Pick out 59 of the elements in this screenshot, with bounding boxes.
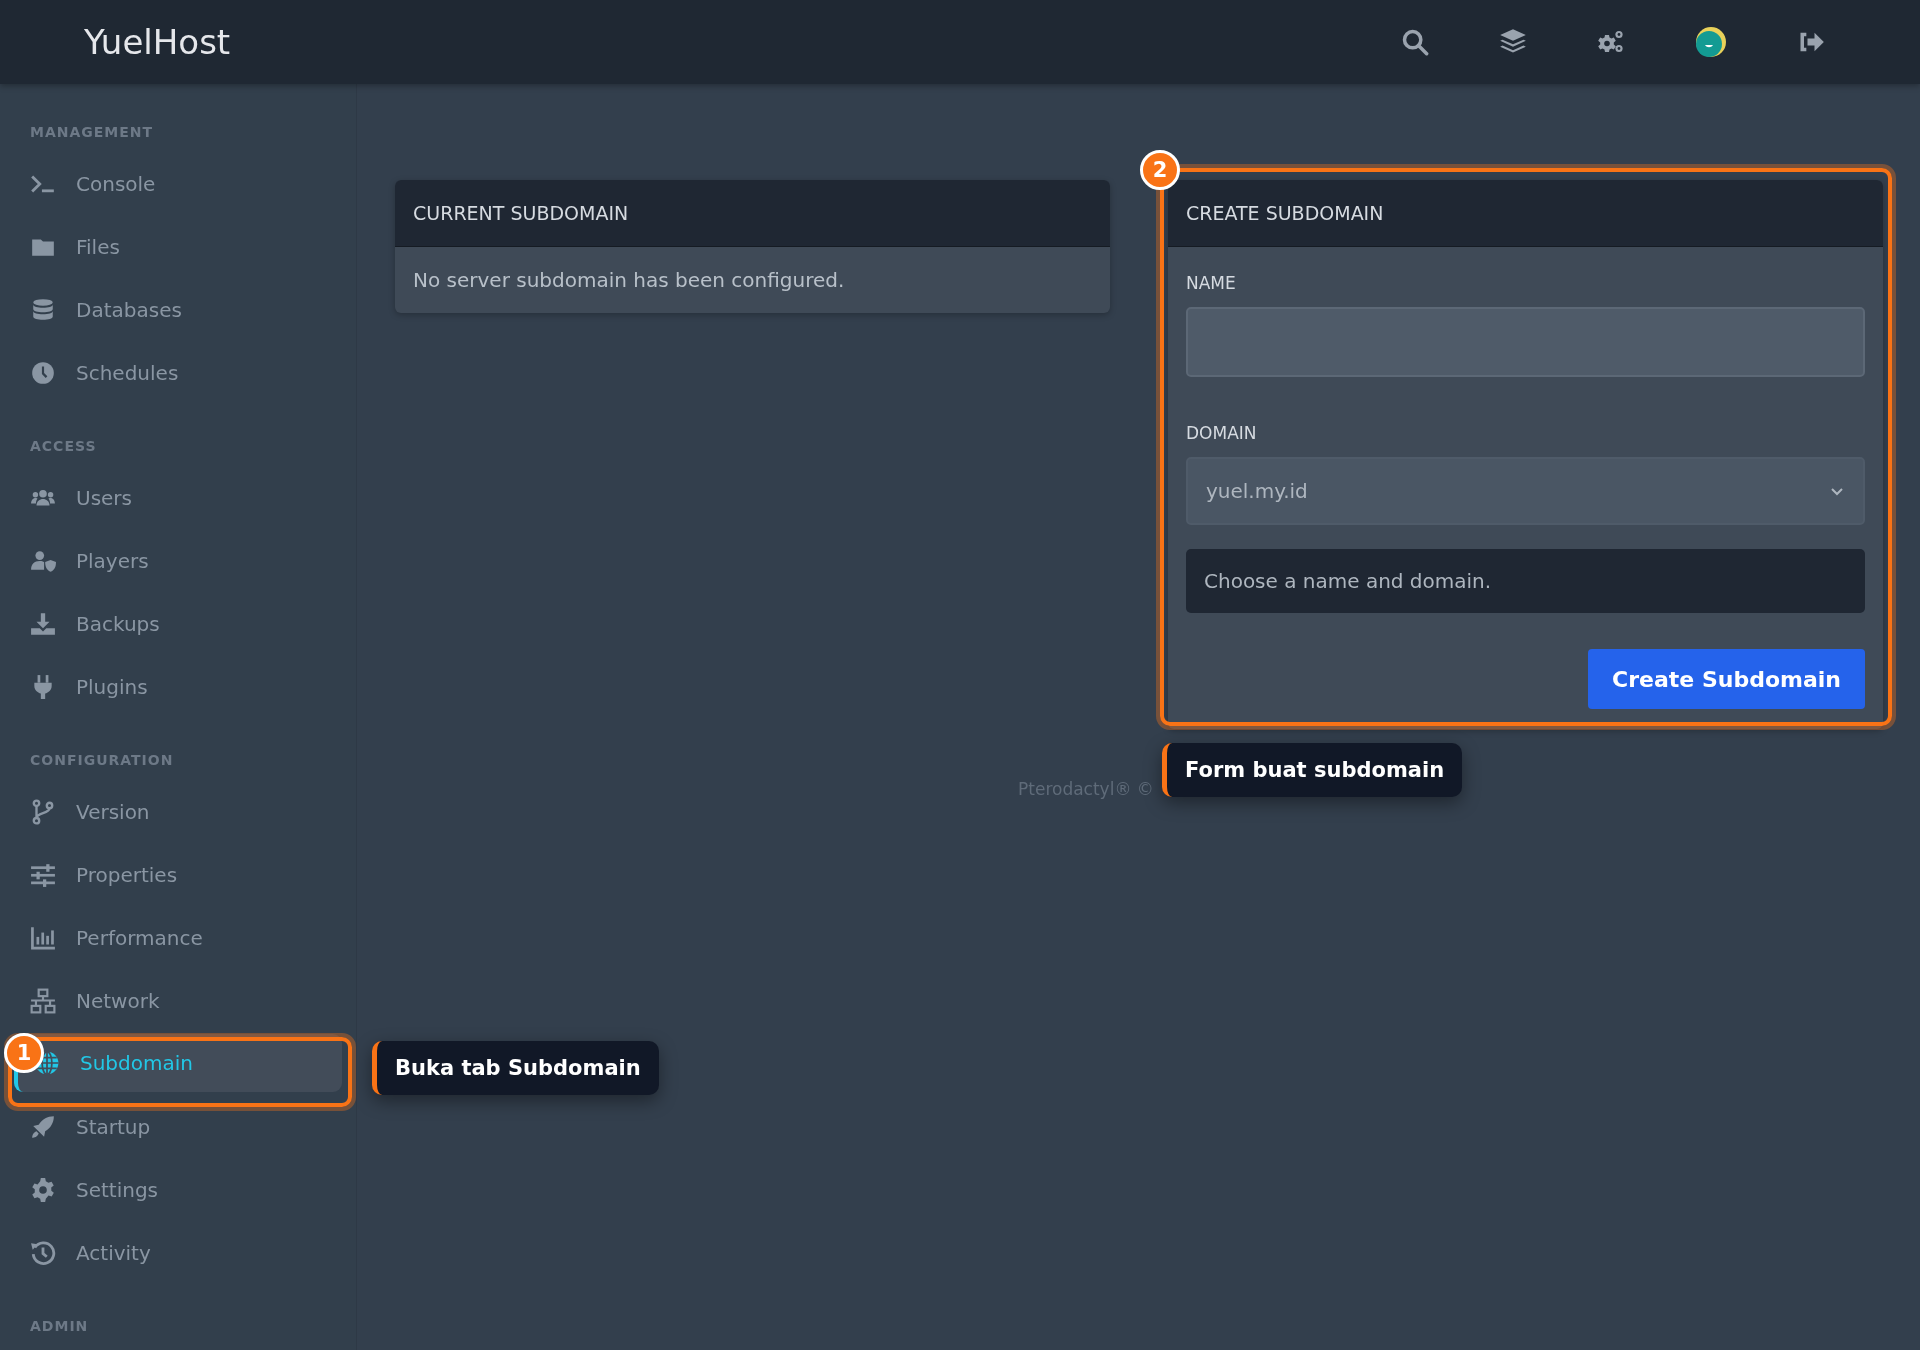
section-heading: ADMIN xyxy=(29,1317,90,1336)
sidebar-item[interactable]: Files xyxy=(0,215,356,278)
sidebar-item-label: Subdomain xyxy=(80,1051,193,1075)
sidebar-item-label: Databases xyxy=(76,297,182,322)
sliders-icon xyxy=(30,861,56,888)
sidebar-item[interactable]: Users xyxy=(0,466,356,529)
history-icon xyxy=(30,1239,56,1266)
chart-icon xyxy=(30,924,56,951)
sidebar-item-label: Activity xyxy=(76,1240,151,1265)
search-icon[interactable] xyxy=(1401,28,1429,56)
sidebar-item-label: Players xyxy=(76,548,149,573)
sidebar-item[interactable]: Schedules xyxy=(0,341,356,404)
sidebar-item-label: Plugins xyxy=(76,674,148,699)
network-icon xyxy=(30,987,56,1014)
sidebar-item-label: Users xyxy=(76,485,132,510)
sidebar-item[interactable]: Backups xyxy=(0,592,356,655)
sidebar-item-label: Settings xyxy=(76,1177,159,1202)
sidebar-item-label: Version xyxy=(76,799,150,824)
sidebar-item-label: Network xyxy=(76,988,160,1013)
database-icon xyxy=(30,296,56,323)
field-label: DOMAIN xyxy=(1186,423,1258,443)
create-subdomain-button[interactable]: Create Subdomain xyxy=(1588,649,1865,709)
callout-label: Form buat subdomain xyxy=(1162,743,1463,797)
sidebar-item[interactable]: Plugins xyxy=(0,655,356,718)
gear-icon xyxy=(30,1176,56,1203)
sidebar-item-label: Console xyxy=(76,171,156,196)
step-badge: 2 xyxy=(1140,150,1180,190)
sidebar-item[interactable]: Properties xyxy=(0,843,356,906)
sidebar-item-label: Files xyxy=(76,234,120,259)
info-message: Choose a name and domain. xyxy=(1186,549,1865,613)
callout-label: Buka tab Subdomain xyxy=(372,1041,659,1095)
sidebar-item[interactable]: Performance xyxy=(0,906,356,969)
empty-message: No server subdomain has been configured. xyxy=(413,267,846,294)
domain-select[interactable]: yuel.my.id xyxy=(1186,457,1865,525)
sidebar-item-label: Schedules xyxy=(76,360,179,385)
sidebar-item[interactable]: Settings xyxy=(0,1158,356,1221)
sidebar-item[interactable]: Activity xyxy=(0,1221,356,1284)
sidebar-item[interactable]: Console xyxy=(0,152,356,215)
card-title: CURRENT SUBDOMAIN xyxy=(395,180,1110,247)
branch-icon xyxy=(30,798,56,825)
rocket-icon xyxy=(30,1113,56,1140)
sidebar-item-label: Properties xyxy=(76,862,178,887)
sidebar-item-label: Performance xyxy=(76,925,203,950)
avatar-icon[interactable] xyxy=(1695,26,1727,58)
sidebar-item[interactable]: Startup xyxy=(0,1095,356,1158)
sidebar-item[interactable]: Players xyxy=(0,529,356,592)
sidebar-item[interactable]: Network xyxy=(0,969,356,1032)
section-heading: MANAGEMENT xyxy=(29,123,155,142)
sidebar-item[interactable]: Version xyxy=(0,780,356,843)
section-heading: CONFIGURATION xyxy=(29,751,175,770)
section-heading: ACCESS xyxy=(29,437,98,456)
sidebar-item[interactable]: Databases xyxy=(0,278,356,341)
field-label: NAME xyxy=(1186,273,1237,293)
name-input-field[interactable] xyxy=(1186,307,1865,377)
sidebar-item-label: Startup xyxy=(76,1114,151,1139)
download-icon xyxy=(30,610,56,637)
card-title: CREATE SUBDOMAIN xyxy=(1168,180,1883,247)
clock-icon xyxy=(30,359,56,386)
sidebar-item-label: Backups xyxy=(76,611,160,636)
